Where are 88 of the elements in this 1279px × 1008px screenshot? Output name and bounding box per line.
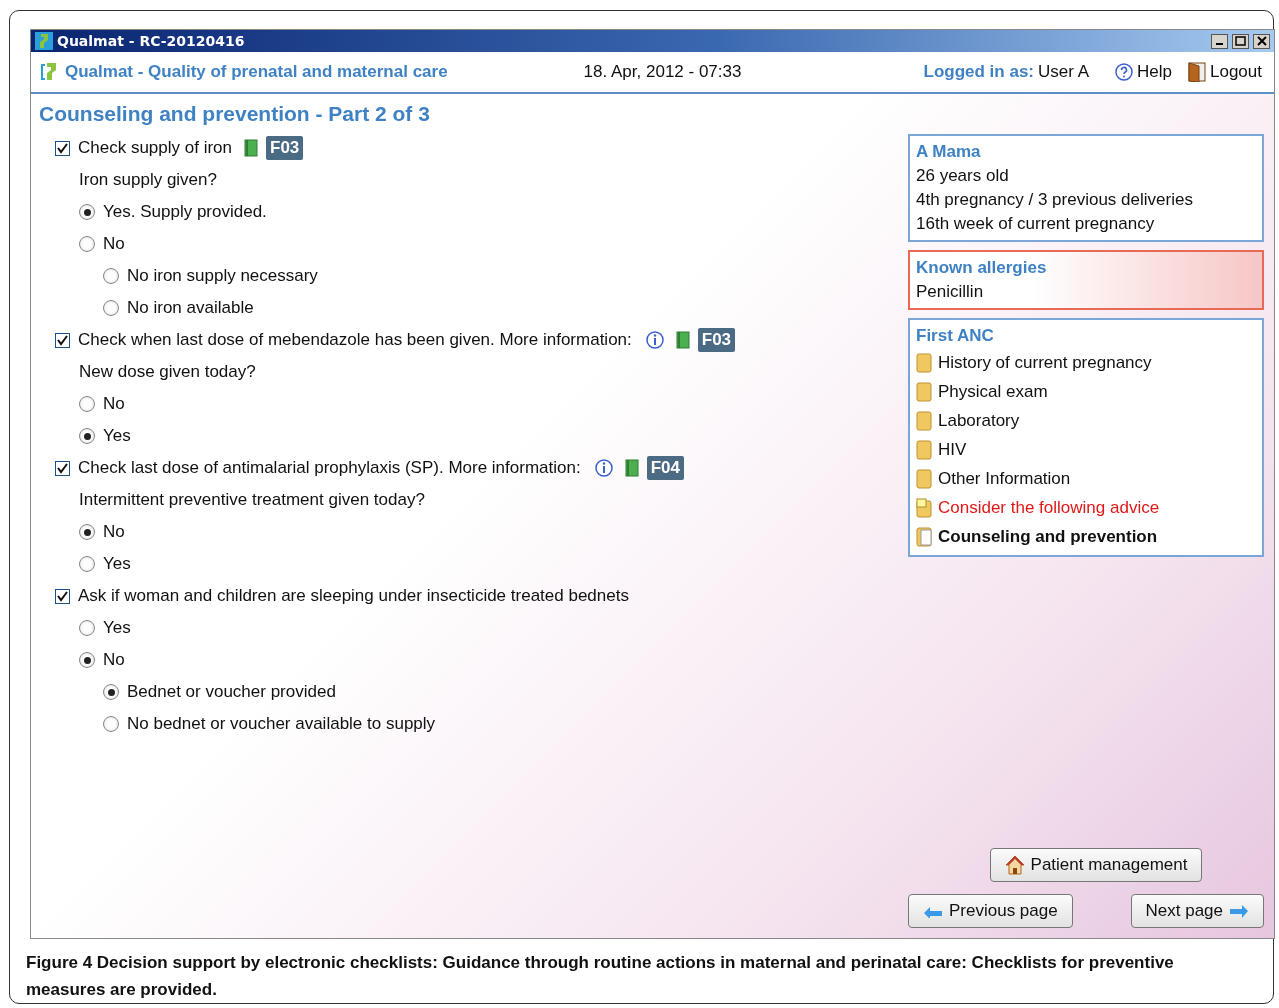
logged-in-label: Logged in as: xyxy=(923,62,1034,82)
folder-icon xyxy=(916,468,932,489)
option-label: No xyxy=(103,522,125,542)
radio-button[interactable] xyxy=(103,716,119,732)
help-icon xyxy=(1115,63,1134,81)
date-time: 18. Apr, 2012 - 07:33 xyxy=(583,62,742,82)
radio-button[interactable] xyxy=(103,300,119,316)
info-icon[interactable] xyxy=(594,459,613,477)
close-button[interactable] xyxy=(1253,33,1270,49)
patient-detail: 4th pregnancy / 3 previous deliveries xyxy=(916,189,1194,211)
patient-detail: 26 years old xyxy=(916,165,1010,187)
checklist-item-label: Check last dose of antimalarial prophylaxis (SP). More information: xyxy=(78,458,581,478)
radio-button[interactable] xyxy=(79,428,95,444)
option-label: Yes xyxy=(103,554,131,574)
checklist-item-label: Check supply of iron xyxy=(78,138,233,158)
option-label: Yes xyxy=(103,426,131,446)
option-label: Yes. Supply provided. xyxy=(103,202,267,222)
radio-button[interactable] xyxy=(79,524,95,540)
app-logo-icon xyxy=(39,62,59,82)
allergy-item: Penicillin xyxy=(916,281,985,303)
checkbox[interactable] xyxy=(55,332,70,348)
option-label: No bednet or voucher available to supply xyxy=(127,714,436,734)
user-name: User A xyxy=(1038,62,1090,82)
option-label: No iron supply necessary xyxy=(127,266,318,286)
navigation-item[interactable]: Consider the following advice xyxy=(916,493,1256,522)
navigation-item[interactable]: Physical exam xyxy=(916,377,1256,406)
radio-button[interactable] xyxy=(79,652,95,668)
navigation-item[interactable]: Counseling and prevention xyxy=(916,522,1256,551)
help-link[interactable]: Help xyxy=(1115,62,1172,82)
note-folder-icon xyxy=(916,497,932,518)
navigation-item[interactable]: HIV xyxy=(916,435,1256,464)
option-label: No xyxy=(103,234,125,254)
checklist-item-label: Ask if woman and children are sleeping under insecticide treated bednets xyxy=(78,586,629,606)
option-label: No iron available xyxy=(127,298,254,318)
option-label: Bednet or voucher provided xyxy=(127,682,336,702)
previous-page-button[interactable]: Previous page xyxy=(908,894,1073,928)
page-title: Counseling and prevention - Part 2 of 3 xyxy=(39,102,431,126)
checkbox[interactable] xyxy=(55,140,70,156)
question-text: New dose given today? xyxy=(79,362,256,382)
patient-name: A Mama xyxy=(916,141,982,163)
folder-icon xyxy=(916,381,932,402)
option-label: No xyxy=(103,394,125,414)
book-icon xyxy=(244,139,259,157)
checkbox[interactable] xyxy=(55,460,70,476)
door-icon xyxy=(1188,62,1206,82)
reference-tag[interactable]: F03 xyxy=(266,136,304,160)
patient-management-button[interactable]: Patient management xyxy=(989,848,1203,882)
radio-button[interactable] xyxy=(79,204,95,220)
logout-link[interactable]: Logout xyxy=(1188,62,1262,82)
radio-button[interactable] xyxy=(79,620,95,636)
book-icon xyxy=(675,331,690,349)
window-title: Qualmat - RC-20120416 xyxy=(57,33,245,49)
folder-icon xyxy=(916,410,932,431)
allergies-title: Known allergies xyxy=(916,257,1048,279)
reference-tag[interactable]: F03 xyxy=(697,328,736,352)
question-text: Iron supply given? xyxy=(79,170,217,190)
question-text: Intermittent preventive treatment given today? xyxy=(79,490,425,510)
radio-button[interactable] xyxy=(79,236,95,252)
radio-button[interactable] xyxy=(79,556,95,572)
navigation-title: First ANC xyxy=(916,325,995,347)
maximize-icon xyxy=(1235,36,1246,46)
forward-arrow-icon xyxy=(1229,904,1249,918)
close-icon xyxy=(1256,36,1267,46)
maximize-button[interactable] xyxy=(1232,33,1249,49)
app-logo-icon xyxy=(35,32,53,50)
next-page-button[interactable]: Next page xyxy=(1130,894,1264,928)
checklist-item-label: Check when last dose of mebendazole has been given. More information: xyxy=(78,330,632,350)
radio-button[interactable] xyxy=(79,396,95,412)
reference-tag[interactable]: F04 xyxy=(646,456,684,480)
info-icon[interactable] xyxy=(645,331,664,349)
option-label: Yes xyxy=(103,618,131,638)
folder-icon xyxy=(916,352,932,373)
open-folder-icon xyxy=(916,526,932,547)
minimize-button[interactable] xyxy=(1211,33,1228,49)
checkbox[interactable] xyxy=(55,588,70,604)
navigation-item[interactable]: Laboratory xyxy=(916,406,1256,435)
minimize-icon xyxy=(1216,43,1223,45)
radio-button[interactable] xyxy=(103,268,119,284)
radio-button[interactable] xyxy=(103,684,119,700)
navigation-item[interactable]: History of current pregnancy xyxy=(916,348,1256,377)
figure-caption: Figure 4 Decision support by electronic checklists: Guidance through routine actions in maternal and perinatal care: Checklists for preventive measures are provided. xyxy=(26,952,1175,1001)
option-label: No xyxy=(103,650,125,670)
house-icon xyxy=(1004,855,1025,875)
app-name: Qualmat - Quality of prenatal and maternal care xyxy=(65,62,448,82)
patient-detail: 16th week of current pregnancy xyxy=(916,213,1156,235)
navigation-item[interactable]: Other Information xyxy=(916,464,1256,493)
folder-icon xyxy=(916,439,932,460)
book-icon xyxy=(624,459,639,477)
